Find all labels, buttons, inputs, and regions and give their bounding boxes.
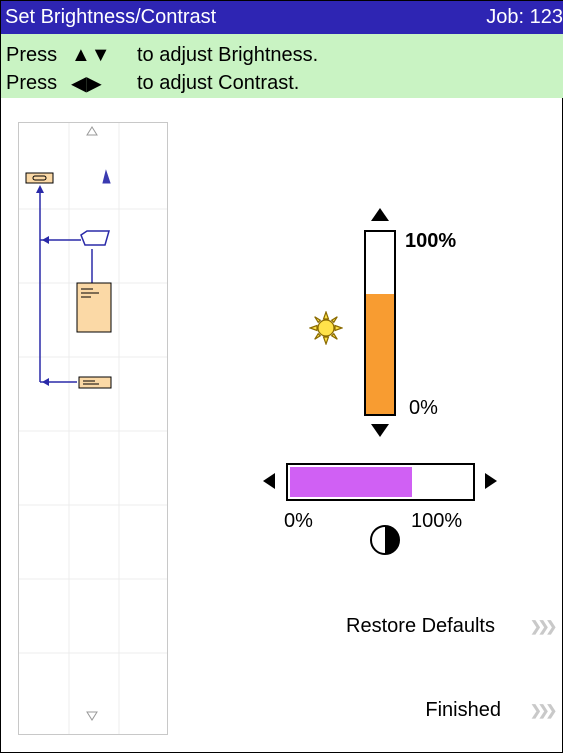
- instruction-press-label: Press: [6, 43, 58, 66]
- contrast-max-label: 100%: [411, 510, 463, 532]
- up-down-arrows-icon: ▲▼: [71, 43, 111, 66]
- contrast-level-fill: [290, 467, 412, 497]
- scanner-icon: [80, 230, 110, 246]
- instruction-press-label: Press: [6, 71, 58, 94]
- paper-path-panel: [18, 122, 168, 735]
- brightness-up-arrow-icon[interactable]: [371, 208, 389, 221]
- paper-path-diagram: [19, 123, 167, 734]
- left-right-arrows-icon: ◀▶: [71, 72, 102, 95]
- instruction-text: to adjust Contrast.: [137, 71, 300, 94]
- instruction-text: to adjust Brightness.: [137, 43, 319, 66]
- brightness-slider[interactable]: [364, 230, 396, 416]
- instruction-banner: Press ▲▼ to adjust Brightness. Press ◀▶ …: [1, 34, 563, 98]
- sun-icon: [309, 311, 343, 345]
- scroll-up-icon: [86, 126, 98, 136]
- restore-defaults-label: Restore Defaults: [346, 615, 495, 637]
- scroll-down-icon: [86, 711, 98, 721]
- document-icon: [76, 282, 112, 333]
- double-chevron-right-icon: ❯❯❯: [530, 618, 557, 634]
- instruction-contrast: Press ◀▶ to adjust Contrast.: [6, 70, 299, 96]
- brightness-level-fill: [366, 293, 394, 414]
- contrast-right-arrow-icon[interactable]: [485, 473, 497, 489]
- contrast-icon: [370, 525, 400, 555]
- contrast-left-arrow-icon[interactable]: [263, 473, 275, 489]
- finished-label: Finished: [425, 699, 501, 721]
- double-chevron-right-icon: ❯❯❯: [530, 702, 557, 718]
- input-tray-icon: [25, 172, 54, 184]
- output-tray-icon: [78, 376, 112, 389]
- brightness-max-label: 100%: [405, 230, 457, 252]
- contrast-min-label: 0%: [284, 510, 313, 532]
- instruction-brightness: Press ▲▼ to adjust Brightness.: [6, 42, 318, 68]
- title-bar: Set Brightness/Contrast Job: 123: [1, 1, 563, 34]
- brightness-min-label: 0%: [409, 397, 438, 419]
- job-number: Job: 123: [486, 6, 563, 28]
- restore-defaults-button[interactable]: Restore Defaults ❯❯❯: [300, 612, 563, 642]
- hand-feed-icon: [102, 169, 111, 184]
- brightness-down-arrow-icon[interactable]: [371, 424, 389, 437]
- page-title: Set Brightness/Contrast: [5, 6, 217, 28]
- contrast-slider[interactable]: [286, 463, 475, 501]
- finished-button[interactable]: Finished ❯❯❯: [380, 696, 563, 726]
